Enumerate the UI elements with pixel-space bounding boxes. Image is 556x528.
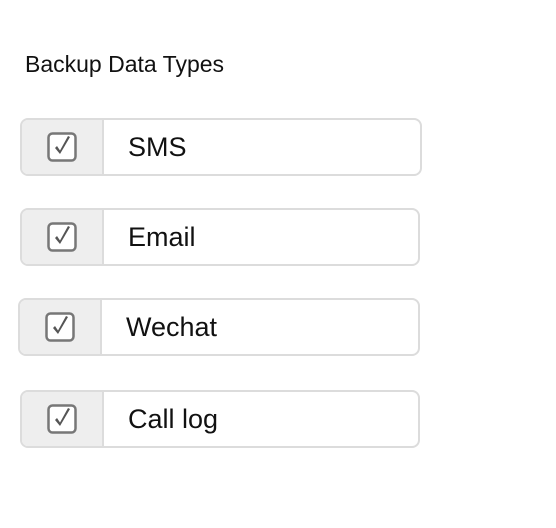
checkbox-addon[interactable] [20,300,102,354]
checkbox-addon[interactable] [22,210,104,264]
option-email[interactable]: Email [20,208,420,266]
checkbox-checked-icon[interactable] [47,132,77,162]
option-label: Call log [128,403,219,434]
option-label: Wechat [126,311,218,342]
checkbox-checked-icon[interactable] [47,404,77,434]
checkbox-addon[interactable] [22,120,104,174]
option-call-log[interactable]: Call log [20,390,420,448]
option-label: Email [128,221,196,252]
option-label: SMS [128,131,187,162]
option-wechat[interactable]: Wechat [18,298,420,356]
checkbox-checked-icon[interactable] [47,222,77,252]
checkbox-addon[interactable] [22,392,104,446]
checkbox-checked-icon[interactable] [45,312,75,342]
section-title: Backup Data Types [25,51,225,77]
option-sms[interactable]: SMS [20,118,422,176]
